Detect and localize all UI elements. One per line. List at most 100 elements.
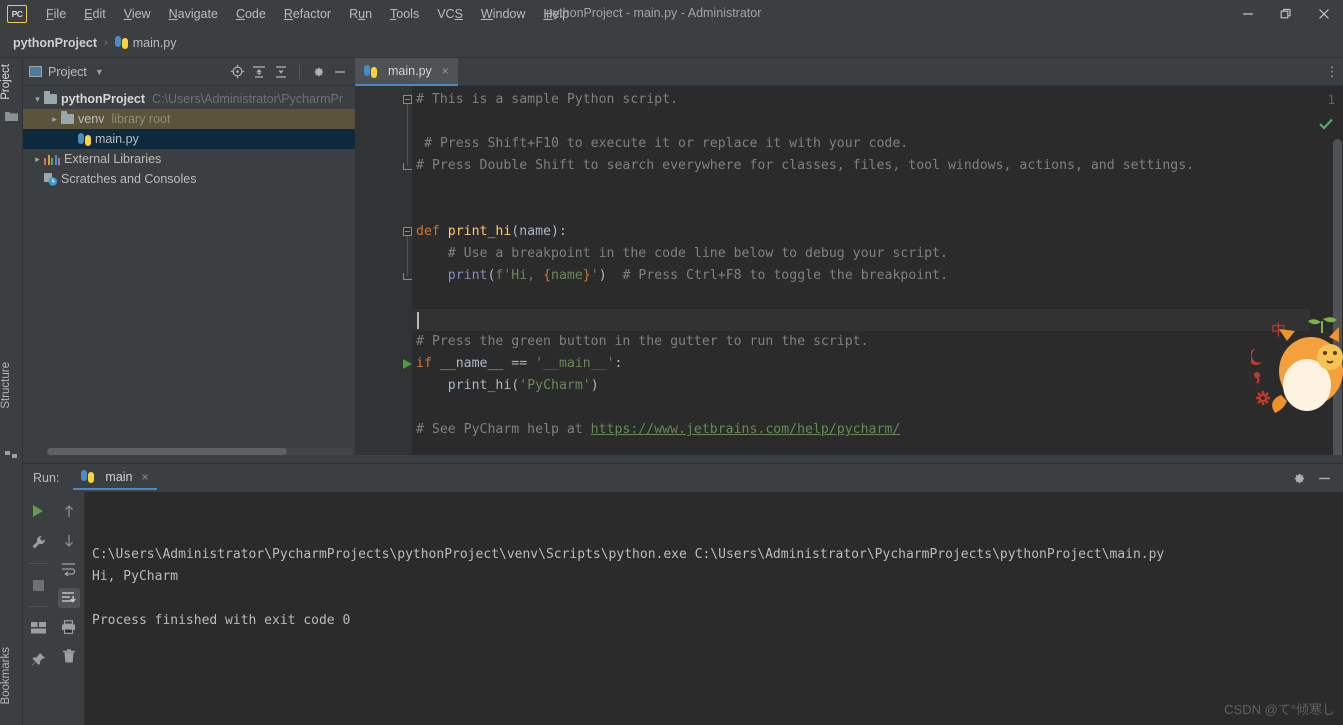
scratches-icon (44, 172, 57, 186)
tree-row-label: main.py (95, 132, 139, 146)
code-line: def print_hi(name): (416, 221, 567, 243)
gutter-run-icon[interactable] (403, 359, 412, 369)
menu-item-tools[interactable]: Tools (381, 3, 428, 25)
tree-row[interactable]: ▸ venv library root (23, 109, 355, 129)
code-token: print_hi (447, 378, 512, 393)
code-token[interactable]: https://www.jetbrains.com/help/pycharm/ (591, 422, 901, 437)
chevron-right-icon[interactable]: ▸ (31, 154, 44, 165)
layout-icon[interactable] (27, 618, 49, 638)
minimize-icon[interactable] (1229, 0, 1267, 28)
trash-icon[interactable] (58, 646, 80, 666)
no-errors-check-icon[interactable] (1319, 118, 1333, 134)
console-line: Process finished with exit code 0 (92, 613, 351, 628)
restore-icon[interactable] (1267, 0, 1305, 28)
tab-main-py[interactable]: main.py × (355, 58, 458, 86)
code-token: 'PyCharm' (519, 378, 591, 393)
run-tab-main[interactable]: main × (73, 467, 157, 490)
breadcrumb-separator: › (104, 36, 108, 49)
tree-row[interactable]: Scratches and Consoles (23, 169, 355, 189)
run-toolbar-left (23, 492, 53, 725)
code-token: # See PyCharm help at (416, 422, 591, 437)
settings-gear-icon[interactable] (309, 63, 327, 81)
run-panel-header-tools (1289, 469, 1333, 487)
chevron-right-icon[interactable]: ▸ (48, 114, 61, 125)
hide-panel-icon[interactable] (331, 63, 349, 81)
run-panel-header: Run: main × (23, 464, 1343, 492)
code-line: print_hi('PyCharm') (416, 375, 599, 397)
pin-icon[interactable] (27, 649, 49, 669)
console-line: C:\Users\Administrator\PycharmProjects\p… (92, 547, 1165, 562)
folder-icon (44, 91, 57, 104)
sidebar-item-bookmarks[interactable]: Bookmarks (0, 643, 23, 709)
code-editor[interactable]: 1# This is a sample Python script.23 # P… (355, 86, 1343, 463)
fold-guide-line (407, 100, 408, 166)
editor-scrollbar-thumb[interactable] (1333, 139, 1342, 463)
structure-icon[interactable] (5, 448, 18, 461)
fold-end-icon[interactable] (403, 273, 412, 280)
code-token: { (543, 268, 552, 283)
scroll-to-end-icon[interactable] (57, 588, 80, 608)
run-panel-body: C:\Users\Administrator\PycharmProjects\p… (23, 492, 1343, 725)
run-panel-label: Run: (33, 471, 60, 485)
stop-icon[interactable] (27, 575, 49, 595)
menu-item-view[interactable]: View (115, 3, 160, 25)
tree-row[interactable]: main.py (23, 129, 355, 149)
breadcrumb-file-label: main.py (132, 35, 177, 50)
hide-panel-icon[interactable] (1315, 469, 1333, 487)
down-arrow-icon[interactable] (58, 530, 80, 550)
python-file-icon (78, 132, 91, 146)
editor-bottom-splitter[interactable] (355, 455, 1343, 463)
fold-end-icon[interactable] (403, 163, 412, 170)
wrench-icon[interactable] (27, 532, 49, 552)
chevron-down-icon[interactable]: ▾ (31, 94, 44, 105)
python-file-icon (81, 470, 95, 483)
sidebar-item-structure[interactable]: Structure (0, 358, 23, 413)
rerun-icon[interactable] (27, 501, 49, 521)
tree-row[interactable]: ▾ pythonProject C:\Users\Administrator\Pyc… (23, 89, 355, 109)
soft-wrap-icon[interactable] (58, 559, 80, 579)
main-menu: File Edit View Navigate Code Refactor Run Tools… (37, 3, 578, 25)
code-token: ) (590, 378, 599, 393)
project-scrollbar-thumb[interactable] (47, 448, 287, 455)
navigation-bar: pythonProject › main.py main (0, 28, 1343, 82)
menu-item-run[interactable]: Run (340, 3, 381, 25)
menu-item-vcs[interactable]: VCS (428, 3, 472, 25)
menu-item-code[interactable]: Code (227, 3, 275, 25)
current-line-highlight (412, 309, 1310, 331)
collapse-all-icon[interactable] (272, 63, 290, 81)
settings-gear-icon[interactable] (1289, 469, 1307, 487)
menu-item-refactor[interactable]: Refactor (275, 3, 340, 25)
run-console-output[interactable]: C:\Users\Administrator\PycharmProjects\p… (85, 492, 1343, 725)
up-arrow-icon[interactable] (58, 501, 80, 521)
project-panel-header: Project ▼ (23, 58, 355, 86)
menu-item-edit[interactable]: Edit (75, 3, 115, 25)
menu-item-file[interactable]: File (37, 3, 75, 25)
fold-collapse-icon[interactable] (403, 95, 412, 104)
locate-icon[interactable] (228, 63, 246, 81)
sidebar-item-project[interactable]: Project (0, 60, 23, 104)
print-icon[interactable] (58, 617, 80, 637)
menu-item-window[interactable]: Window (472, 3, 534, 25)
project-panel-title: Project (48, 64, 87, 79)
tree-row-detail: library root (111, 112, 171, 126)
watermark-text: CSDN @て°倾寒し (1224, 702, 1335, 717)
menu-item-navigate[interactable]: Navigate (160, 3, 227, 25)
toolbar-separator-2 (28, 606, 48, 607)
close-icon[interactable] (1305, 0, 1343, 28)
more-vertical-icon[interactable]: ⋮ (1321, 58, 1343, 86)
breadcrumb-project[interactable]: pythonProject (13, 36, 97, 50)
text-caret (417, 312, 419, 329)
project-tool-window: Project ▼ ▾ pythonProject C:\Users\Admin… (23, 58, 355, 463)
close-icon[interactable]: × (442, 64, 449, 78)
fold-collapse-icon[interactable] (403, 227, 412, 236)
code-token: # Use a breakpoint in the code line belo… (416, 246, 948, 261)
panel-divider (299, 64, 300, 79)
breadcrumb-file[interactable]: main.py (114, 35, 177, 50)
tree-row[interactable]: ▸ External Libraries (23, 149, 355, 169)
chevron-down-icon[interactable]: ▼ (95, 67, 104, 77)
close-icon[interactable]: × (142, 470, 149, 484)
expand-all-icon[interactable] (250, 63, 268, 81)
code-token: '__main__' (535, 356, 615, 371)
folder-icon[interactable] (5, 108, 18, 121)
